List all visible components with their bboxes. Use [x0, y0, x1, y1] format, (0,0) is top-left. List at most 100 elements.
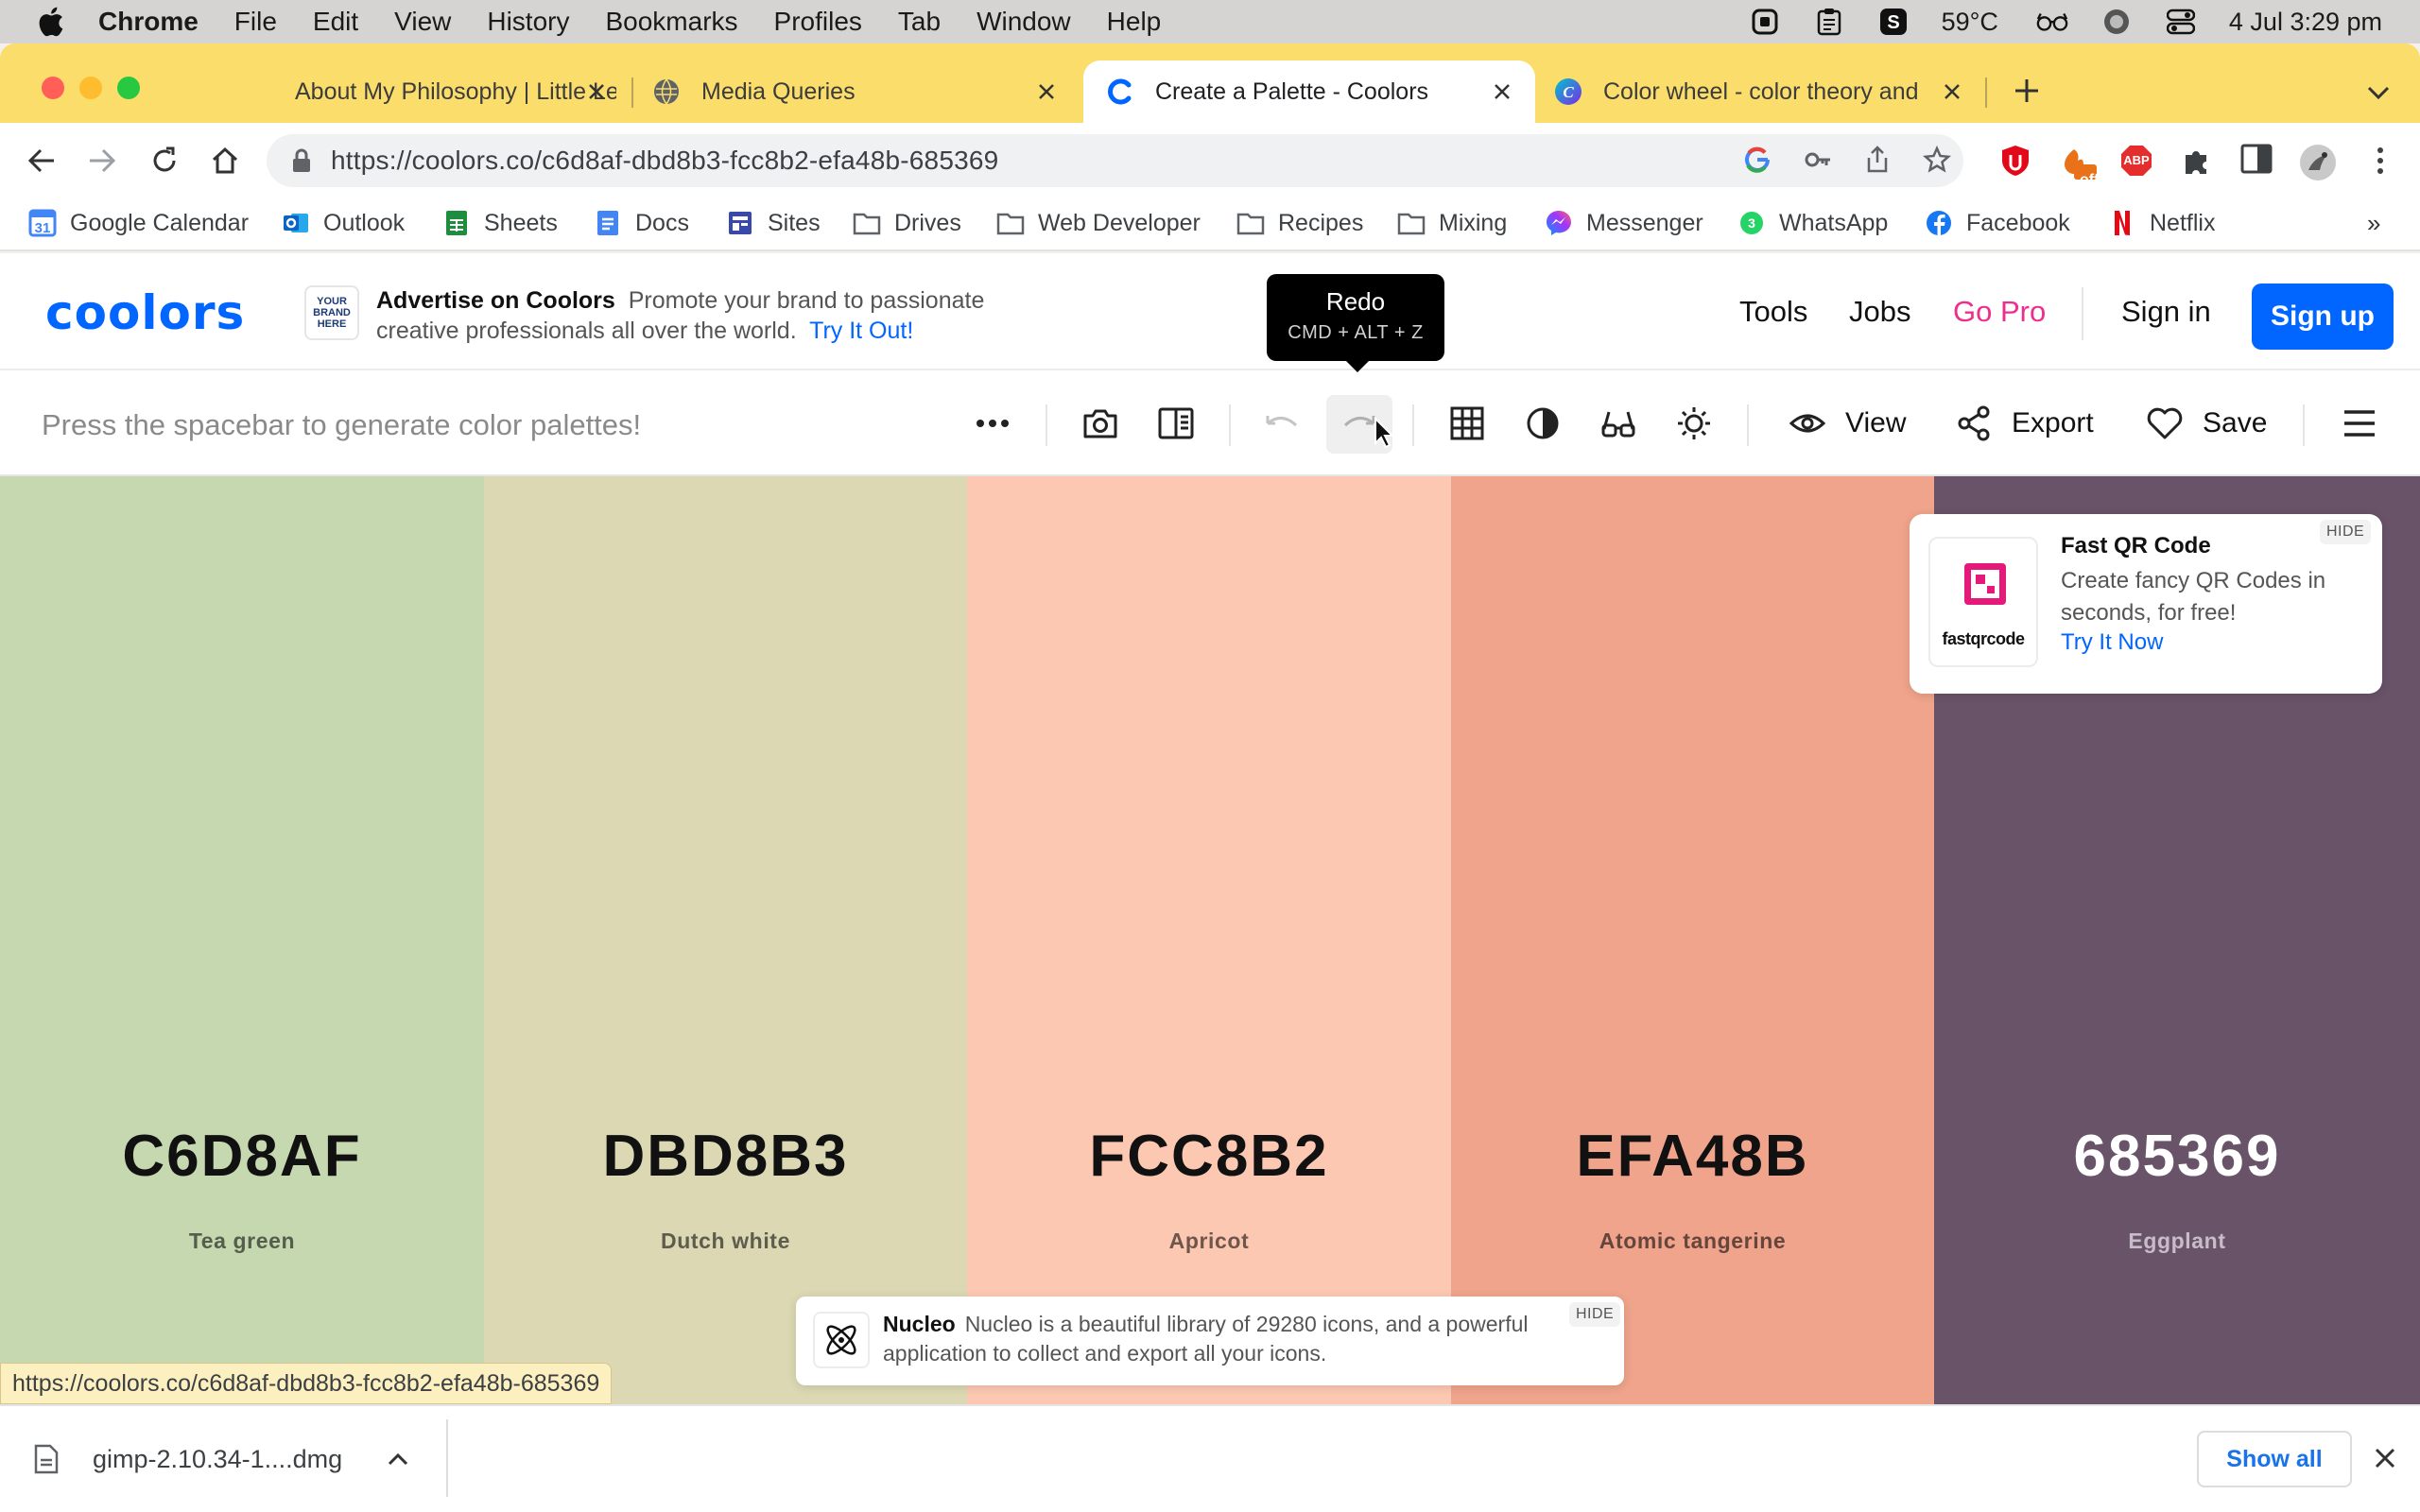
home-icon[interactable] [208, 144, 242, 178]
bookmark-folder-web-developer[interactable]: Web Developer [996, 204, 1201, 242]
download-item[interactable]: gimp-2.10.34-1....dmg [34, 1431, 408, 1487]
brightness-sun-icon[interactable] [1675, 404, 1713, 442]
qr-ad-link[interactable]: Try It Now [2061, 629, 2163, 656]
skype-icon[interactable]: S [1877, 8, 1910, 36]
forward-arrow-icon[interactable] [85, 144, 119, 178]
key-icon[interactable] [1804, 146, 1832, 174]
menu-history[interactable]: History [487, 7, 569, 37]
apple-logo-icon[interactable] [36, 6, 64, 38]
ublock-extension-icon[interactable] [1998, 144, 2032, 178]
share-icon[interactable] [1864, 146, 1891, 174]
tab-about-my-philosophy[interactable]: About My Philosophy | Little Le [204, 60, 630, 123]
color-hex-code[interactable]: FCC8B2 [967, 1123, 1451, 1190]
menu-bookmarks[interactable]: Bookmarks [605, 7, 737, 37]
sign-in-link[interactable]: Sign in [2121, 295, 2211, 329]
coolors-logo[interactable]: coolors [45, 285, 245, 340]
bookmark-folder-mixing[interactable]: Mixing [1397, 204, 1507, 242]
lock-icon[interactable] [291, 147, 312, 174]
color-name[interactable]: Atomic tangerine [1451, 1228, 1934, 1254]
control-center-icon[interactable] [2165, 8, 2197, 36]
fast-qr-code-ad[interactable]: fastqrcode Fast QR Code Create fancy QR … [1910, 514, 2382, 694]
menu-file[interactable]: File [234, 7, 277, 37]
color-hex-code[interactable]: DBD8B3 [484, 1123, 967, 1190]
minimize-window-button[interactable] [79, 77, 102, 99]
menu-window[interactable]: Window [977, 7, 1071, 37]
bookmark-folder-recipes[interactable]: Recipes [1236, 204, 1363, 242]
tab-search-chevron-icon[interactable] [2361, 76, 2395, 110]
save-button[interactable]: Save [2146, 401, 2267, 446]
bookmarks-overflow-chevron-icon[interactable]: » [2367, 204, 2380, 242]
color-name[interactable]: Dutch white [484, 1228, 967, 1254]
bookmark-whatsapp[interactable]: 3 WhatsApp [1737, 204, 1888, 242]
color-hex-code[interactable]: EFA48B [1451, 1123, 1934, 1190]
side-panel-icon[interactable] [2240, 144, 2274, 178]
new-tab-plus-icon[interactable] [2010, 74, 2044, 108]
tab-color-wheel[interactable]: C Color wheel - color theory and [1539, 60, 1985, 123]
color-name[interactable]: Apricot [967, 1228, 1451, 1254]
menu-profiles[interactable]: Profiles [774, 7, 862, 37]
reload-icon[interactable] [147, 144, 182, 178]
more-options-dots-icon[interactable] [974, 404, 1011, 442]
hide-ad-button[interactable]: HIDE [2320, 520, 2372, 544]
maximize-window-button[interactable] [117, 77, 140, 99]
profile-avatar[interactable] [2299, 144, 2336, 180]
menu-edit[interactable]: Edit [313, 7, 358, 37]
nav-tools[interactable]: Tools [1739, 295, 1807, 329]
bookmark-google-calendar[interactable]: 31 Google Calendar [28, 204, 249, 242]
camera-icon[interactable] [1081, 404, 1119, 442]
palette-layout-icon[interactable] [1157, 404, 1195, 442]
menu-view[interactable]: View [394, 7, 451, 37]
tab-media-queries[interactable]: Media Queries [633, 60, 1080, 123]
close-window-button[interactable] [42, 77, 64, 99]
color-swatch[interactable]: DBD8B3 Dutch white [484, 476, 967, 1404]
hamburger-menu-icon[interactable] [2341, 404, 2378, 442]
show-all-button[interactable]: Show all [2197, 1431, 2352, 1487]
nav-jobs[interactable]: Jobs [1849, 295, 1910, 329]
siri-icon[interactable] [2100, 8, 2133, 36]
chrome-menu-dots-icon[interactable] [2363, 144, 2397, 178]
bookmark-messenger[interactable]: Messenger [1545, 204, 1703, 242]
undo-icon[interactable] [1263, 404, 1301, 442]
tab-create-a-palette[interactable]: Create a Palette - Coolors [1083, 60, 1535, 123]
color-name[interactable]: Eggplant [1934, 1228, 2420, 1254]
bookmark-docs[interactable]: Docs [594, 204, 689, 242]
bookmark-netflix[interactable]: Netflix [2108, 204, 2215, 242]
menu-chrome[interactable]: Chrome [98, 7, 199, 37]
chevron-up-icon[interactable] [388, 1452, 408, 1466]
google-lens-icon[interactable] [1743, 146, 1772, 174]
color-name[interactable]: Tea green [0, 1228, 484, 1254]
back-arrow-icon[interactable] [25, 144, 59, 178]
close-tab-icon[interactable] [1488, 77, 1516, 106]
color-blindness-glasses-icon[interactable] [1599, 404, 1637, 442]
bookmark-outlook[interactable]: Outlook [282, 204, 405, 242]
color-swatch[interactable]: EFA48B Atomic tangerine [1451, 476, 1934, 1404]
clock[interactable]: 4 Jul 3:29 pm [2229, 8, 2382, 37]
url-text[interactable]: https://coolors.co/c6d8af-dbd8b3-fcc8b2-… [331, 146, 998, 176]
bookmark-sites[interactable]: Sites [726, 204, 821, 242]
sign-up-button[interactable]: Sign up [2252, 284, 2394, 350]
extensions-puzzle-icon[interactable] [2180, 144, 2214, 178]
close-tab-icon[interactable] [582, 77, 611, 106]
bookmark-sheets[interactable]: Sheets [442, 204, 558, 242]
nucleo-ad[interactable]: Nucleo Nucleo is a beautiful library of 2… [796, 1297, 1624, 1385]
ad-brand-badge[interactable]: YOUR BRAND HERE [304, 285, 359, 340]
view-button[interactable]: View [1789, 401, 1906, 446]
address-bar[interactable]: https://coolors.co/c6d8af-dbd8b3-fcc8b2-… [267, 134, 1963, 187]
bookmark-star-icon[interactable] [1923, 146, 1951, 174]
contrast-checker-icon[interactable] [1524, 404, 1562, 442]
menu-help[interactable]: Help [1107, 7, 1162, 37]
ad-link[interactable]: Try It Out! [809, 318, 913, 344]
header-ad[interactable]: Advertise on Coolors Promote your brand … [376, 285, 1038, 346]
export-button[interactable]: Export [1955, 401, 2094, 446]
close-tab-icon[interactable] [1938, 77, 1966, 106]
grid-view-icon[interactable] [1448, 404, 1486, 442]
clipboard-icon[interactable] [1813, 8, 1845, 36]
color-swatch[interactable]: FCC8B2 Apricot [967, 476, 1451, 1404]
menu-tab[interactable]: Tab [898, 7, 941, 37]
close-tab-icon[interactable] [1032, 77, 1061, 106]
bookmark-facebook[interactable]: Facebook [1925, 204, 2070, 242]
temperature-readout[interactable]: 59°C [1942, 8, 1998, 37]
close-shelf-icon[interactable] [2369, 1442, 2401, 1474]
hide-ad-button[interactable]: HIDE [1569, 1302, 1621, 1327]
bookmark-folder-drives[interactable]: Drives [853, 204, 961, 242]
